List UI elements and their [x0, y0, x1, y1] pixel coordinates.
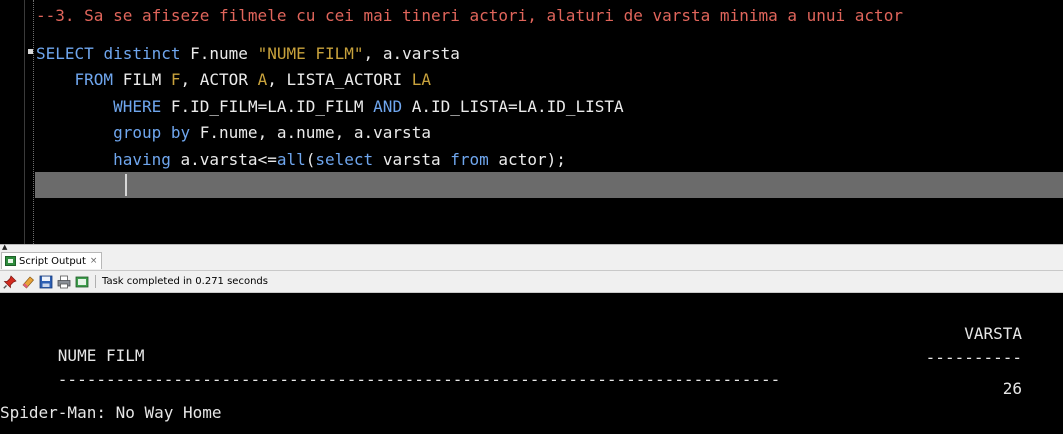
line-gutter [0, 0, 26, 244]
gutter-divider [24, 0, 25, 244]
column-ref: , a.varsta [363, 44, 460, 63]
indent-guide [33, 0, 34, 244]
task-status-text: Task completed in 0.271 seconds [102, 276, 268, 287]
column-header-varsta: VARSTA [964, 324, 1022, 343]
table-name: FILM [122, 70, 162, 89]
table-alias: A [257, 70, 268, 89]
output-tab-bar: Script Output × [0, 250, 1063, 271]
kw-select: select [315, 150, 374, 169]
tab-label: Script Output [19, 255, 86, 267]
where-condition: A.ID_LISTA=LA.ID_LISTA [411, 97, 624, 116]
text-caret [125, 174, 127, 196]
tab-close-icon[interactable]: × [90, 256, 98, 266]
toolbar-separator [95, 275, 96, 288]
code-line-4[interactable]: WHERE F.ID_FILM=LA.ID_FILM AND A.ID_LIST… [36, 94, 624, 119]
string-literal: "NUME FILM" [257, 44, 364, 63]
code-line-3[interactable]: FROM FILM F, ACTOR A, LISTA_ACTORI LA [36, 67, 431, 92]
kw-group-by: group by [113, 123, 191, 142]
column-ref: varsta [382, 150, 441, 169]
code-line-2[interactable]: SELECT distinct F.nume "NUME FILM", a.va… [36, 41, 460, 66]
sql-comment: --3. Sa se afiseze filmele cu cei mai ti… [36, 6, 903, 25]
script-output-text[interactable]: NUME FILM VARSTA -----------------------… [0, 293, 1063, 434]
open-file-icon[interactable] [74, 274, 90, 290]
kw-from: from [450, 150, 489, 169]
save-icon[interactable] [38, 274, 54, 290]
kw-and: AND [373, 97, 403, 116]
group-columns: F.nume, a.nume, a.varsta [199, 123, 431, 142]
paren: ( [305, 150, 316, 169]
kw-select: SELECT [36, 44, 94, 63]
script-output-icon [5, 256, 16, 266]
result-header-row: NUME FILM VARSTA [0, 323, 1022, 365]
code-line-6[interactable]: having a.varsta<=all(select varsta from … [36, 147, 566, 172]
pin-icon[interactable] [2, 274, 18, 290]
kw-having: having [113, 150, 171, 169]
tab-script-output[interactable]: Script Output × [1, 252, 103, 269]
result-value-varsta: 26 [1002, 379, 1022, 398]
where-condition: F.ID_FILM=LA.ID_FILM [170, 97, 364, 116]
kw-from: FROM [74, 70, 114, 89]
table-alias: F [170, 70, 181, 89]
table-alias: LA [411, 70, 431, 89]
result-separator-row: ----------------------------------------… [0, 347, 1022, 389]
table-name: , LISTA_ACTORI [267, 70, 403, 89]
eraser-icon[interactable] [20, 274, 36, 290]
column-ref: F.nume [190, 44, 248, 63]
having-condition: a.varsta<= [180, 150, 277, 169]
code-line-1[interactable]: --3. Sa se afiseze filmele cu cei mai ti… [36, 3, 903, 28]
sql-editor[interactable]: --3. Sa se afiseze filmele cu cei mai ti… [0, 0, 1063, 244]
result-value-nume-film: Spider-Man: No Way Home [0, 403, 222, 422]
kw-where: WHERE [113, 97, 162, 116]
table-name: actor); [498, 150, 566, 169]
kw-distinct: distinct [103, 44, 181, 63]
code-line-5[interactable]: group by F.nume, a.nume, a.varsta [36, 120, 431, 145]
fold-marker-icon[interactable] [28, 49, 33, 54]
print-icon[interactable] [56, 274, 72, 290]
current-line-highlight[interactable] [35, 172, 1063, 198]
table-name: , ACTOR [180, 70, 248, 89]
separator-right: ---------- [925, 348, 1022, 367]
output-toolbar: Task completed in 0.271 seconds [0, 271, 1063, 293]
kw-all: all [276, 150, 306, 169]
output-panel: Script Output × Task completed in 0.271 … [0, 250, 1063, 434]
